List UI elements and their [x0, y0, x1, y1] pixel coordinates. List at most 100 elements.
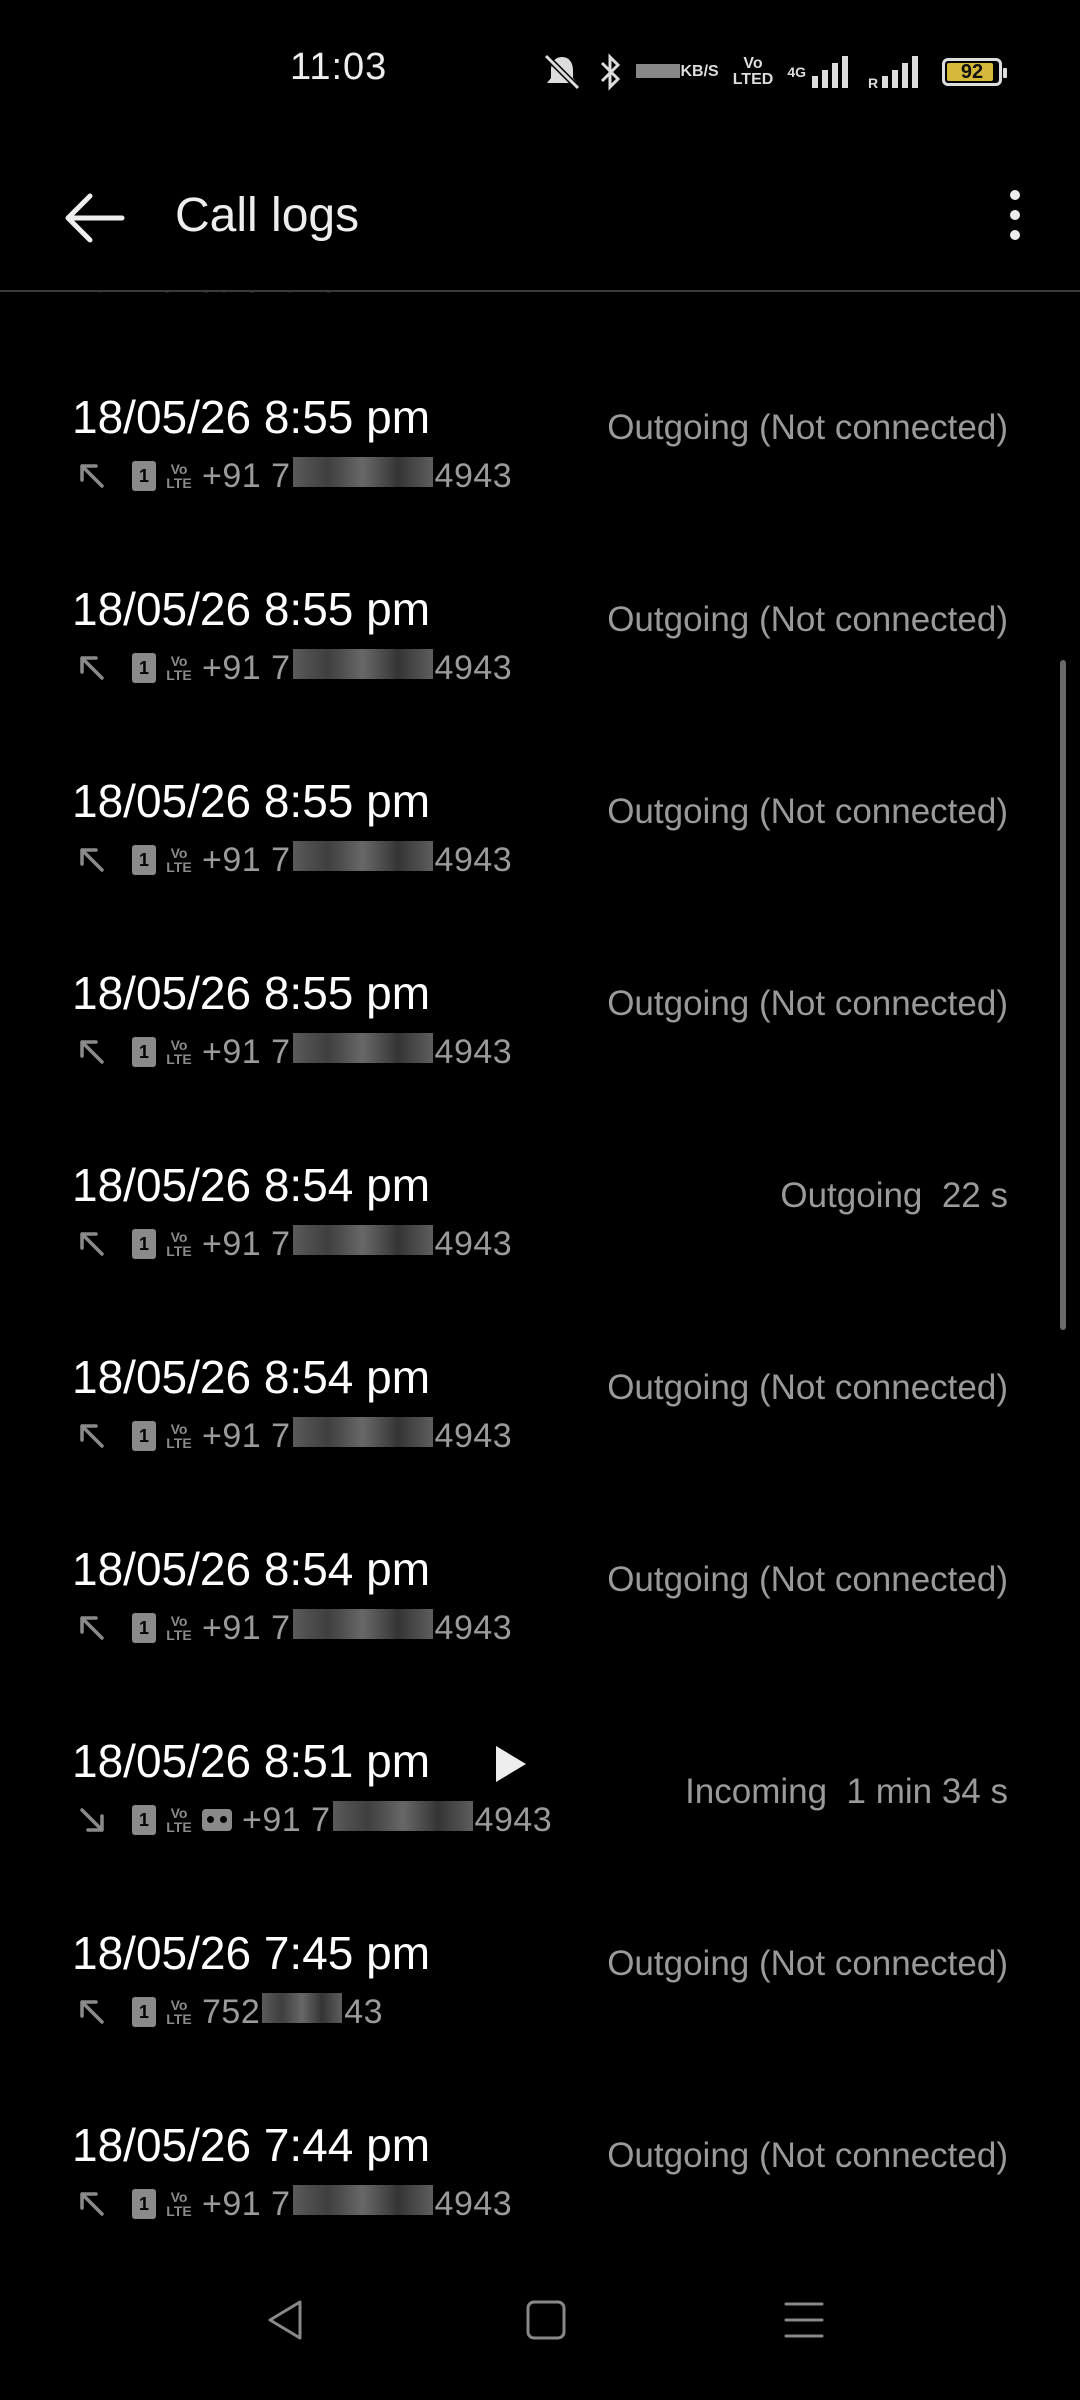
mute-bell-icon — [540, 52, 584, 92]
phone-number: +91 7 4943 — [202, 1416, 513, 1456]
call-details: 1 Vo LTE +91 7 4943 — [72, 1416, 512, 1456]
back-button[interactable] — [60, 188, 130, 248]
status-bar: 11:03 KB/S Vo LTED 4G R 92 — [0, 0, 1080, 140]
number-suffix: 4943 — [434, 648, 513, 687]
call-status: Outgoing (Not connected) — [607, 2136, 1008, 2175]
status-icons: KB/S Vo LTED 4G R 92 — [540, 52, 1007, 92]
call-log-row[interactable]: 18/05/26 8:51 pm 1 Vo LTE +91 7 4943 Incoming … — [0, 1714, 1080, 1906]
call-log-row[interactable]: 18/05/26 8:55 pm 1 Vo LTE +91 7 4943 Outgoing … — [0, 562, 1080, 754]
arrow-up-left-icon — [72, 1416, 112, 1456]
number-suffix: 4943 — [434, 1608, 513, 1647]
call-details: 1 Vo LTE +91 7 4943 — [72, 456, 512, 496]
call-log-list[interactable]: +91 75230 54943 18/05/26 8:55 pm1VoLTE+9… — [0, 290, 1080, 2240]
number-prefix: +91 7 — [242, 1800, 331, 1839]
volte-icon: Vo LTE — [166, 1997, 192, 2027]
volte-icon: Vo LTE — [166, 2189, 192, 2219]
battery-icon: 92 — [942, 58, 1007, 86]
redacted-digits — [292, 1224, 433, 1255]
phone-number: 752 43 — [202, 1992, 384, 2032]
number-prefix: +91 7 — [202, 1608, 291, 1647]
call-datetime: 18/05/26 8:54 pm — [72, 1351, 431, 1403]
call-details: 1 Vo LTE +91 7 4943 — [72, 840, 512, 880]
volte-indicator: Vo LTED — [732, 55, 774, 88]
call-details: 1 Vo LTE +91 7 4943 — [72, 1032, 512, 1072]
number-prefix: +91 7 — [202, 456, 291, 495]
call-datetime: 18/05/26 8:55 pm — [72, 583, 431, 635]
number-prefix: +91 7 — [202, 2184, 291, 2223]
number-prefix: +91 7 — [202, 1032, 291, 1071]
nav-home-button[interactable] — [516, 2290, 576, 2350]
arrow-up-left-icon — [72, 648, 112, 688]
call-details: 1 Vo LTE 752 43 — [72, 1992, 383, 2032]
number-suffix: 4943 — [434, 1416, 513, 1455]
arrow-up-left-icon — [72, 1224, 112, 1264]
call-log-row[interactable]: 18/05/26 8:54 pm 1 Vo LTE +91 7 4943 Outgoing … — [0, 1138, 1080, 1330]
volte-icon: Vo LTE — [166, 653, 192, 683]
call-datetime: 18/05/26 8:55 pm — [72, 967, 431, 1019]
call-status: Outgoing (Not connected) — [607, 1944, 1008, 1983]
voicemail-icon — [202, 1809, 232, 1831]
call-details: 1 Vo LTE +91 7 4943 — [72, 2184, 512, 2224]
number-prefix: +91 7 — [202, 1224, 291, 1263]
nav-recents-button[interactable] — [774, 2290, 834, 2350]
call-details: 1 Vo LTE +91 7 4943 — [72, 1800, 552, 1840]
scrollbar[interactable] — [1060, 660, 1066, 1330]
call-status: Outgoing (Not connected) — [607, 1368, 1008, 1407]
phone-number: +91 7 4943 — [202, 1608, 513, 1648]
battery-level: 92 — [960, 61, 984, 83]
volte-icon: Vo LTE — [166, 845, 192, 875]
call-datetime: 18/05/26 7:44 pm — [72, 2119, 431, 2171]
page-title: Call logs — [175, 189, 360, 242]
call-status: Outgoing 22 s — [780, 1176, 1008, 1215]
nav-back-button[interactable] — [256, 2290, 316, 2350]
redacted-digits — [292, 2184, 433, 2215]
redacted-digits — [292, 1032, 433, 1063]
network-type: 4G — [787, 64, 806, 80]
call-log-row[interactable]: 18/05/26 7:44 pm 1 Vo LTE +91 7 4943 Outgoing … — [0, 2098, 1080, 2240]
phone-number: +91 7 4943 — [202, 648, 513, 688]
number-suffix: 43 — [344, 1992, 384, 2031]
call-log-row[interactable]: 18/05/26 8:54 pm 1 Vo LTE +91 7 4943 Outgoing … — [0, 1522, 1080, 1714]
call-datetime: 18/05/26 8:55 pm — [72, 391, 431, 443]
redacted-digits — [262, 1992, 343, 2023]
call-log-row[interactable]: 18/05/26 8:54 pm 1 Vo LTE +91 7 4943 Outgoing … — [0, 1330, 1080, 1522]
phone-number: +91 7 4943 — [202, 456, 512, 496]
call-log-row[interactable]: 18/05/26 8:55 pm 1 Vo LTE +91 7 4943 Outgoing … — [0, 946, 1080, 1138]
call-datetime: 18/05/26 8:51 pm — [72, 1735, 431, 1787]
status-time: 11:03 — [290, 46, 388, 88]
square-home-icon — [526, 2300, 566, 2340]
call-status: Outgoing (Not connected) — [607, 600, 1008, 639]
call-datetime: 18/05/26 8:54 pm — [72, 1543, 431, 1595]
sim1-icon: 1 — [132, 1037, 156, 1067]
arrow-left-icon — [65, 193, 125, 243]
sim1-icon: 1 — [132, 653, 156, 683]
triangle-back-icon — [268, 2300, 302, 2340]
number-prefix: +91 7 — [202, 1416, 291, 1455]
volte-icon: Vo LTE — [166, 461, 192, 491]
arrow-up-left-icon — [72, 456, 112, 496]
net-speed: KB/S — [636, 63, 719, 80]
sim1-icon: 1 — [132, 1421, 156, 1451]
number-prefix: +91 7 — [202, 840, 291, 879]
signal-icon: R — [868, 54, 928, 90]
number-suffix: 4943 — [434, 840, 513, 879]
sim1-icon: 1 — [132, 1805, 156, 1835]
phone-number: +91 7 4943 — [202, 1032, 512, 1072]
redacted-digits — [292, 456, 433, 487]
more-options-button[interactable] — [990, 180, 1040, 250]
redacted-digits — [292, 1608, 433, 1639]
call-log-row[interactable]: 18/05/26 8:55 pm 1 Vo LTE +91 7 4943 Outgoing … — [0, 754, 1080, 946]
call-log-row[interactable]: 18/05/26 7:45 pm 1 Vo LTE 752 43 Outgoing (Not… — [0, 1906, 1080, 2098]
arrow-up-left-icon — [72, 1608, 112, 1648]
menu-lines-icon — [784, 2302, 824, 2338]
arrow-down-right-icon — [72, 1800, 112, 1840]
signal-4g-icon: 4G — [787, 54, 854, 90]
call-datetime: 18/05/26 8:55 pm — [72, 775, 431, 827]
arrow-up-left-icon — [72, 840, 112, 880]
call-datetime: 18/05/26 7:45 pm — [72, 1927, 431, 1979]
net-speed-unit: KB/S — [680, 63, 719, 80]
play-icon[interactable] — [490, 1742, 530, 1786]
redacted-digits — [332, 1800, 473, 1831]
call-log-row[interactable]: 18/05/26 8:55 pm 1 Vo LTE +91 7 4943 Outgoing … — [0, 370, 1080, 562]
more-dot — [1010, 210, 1020, 220]
